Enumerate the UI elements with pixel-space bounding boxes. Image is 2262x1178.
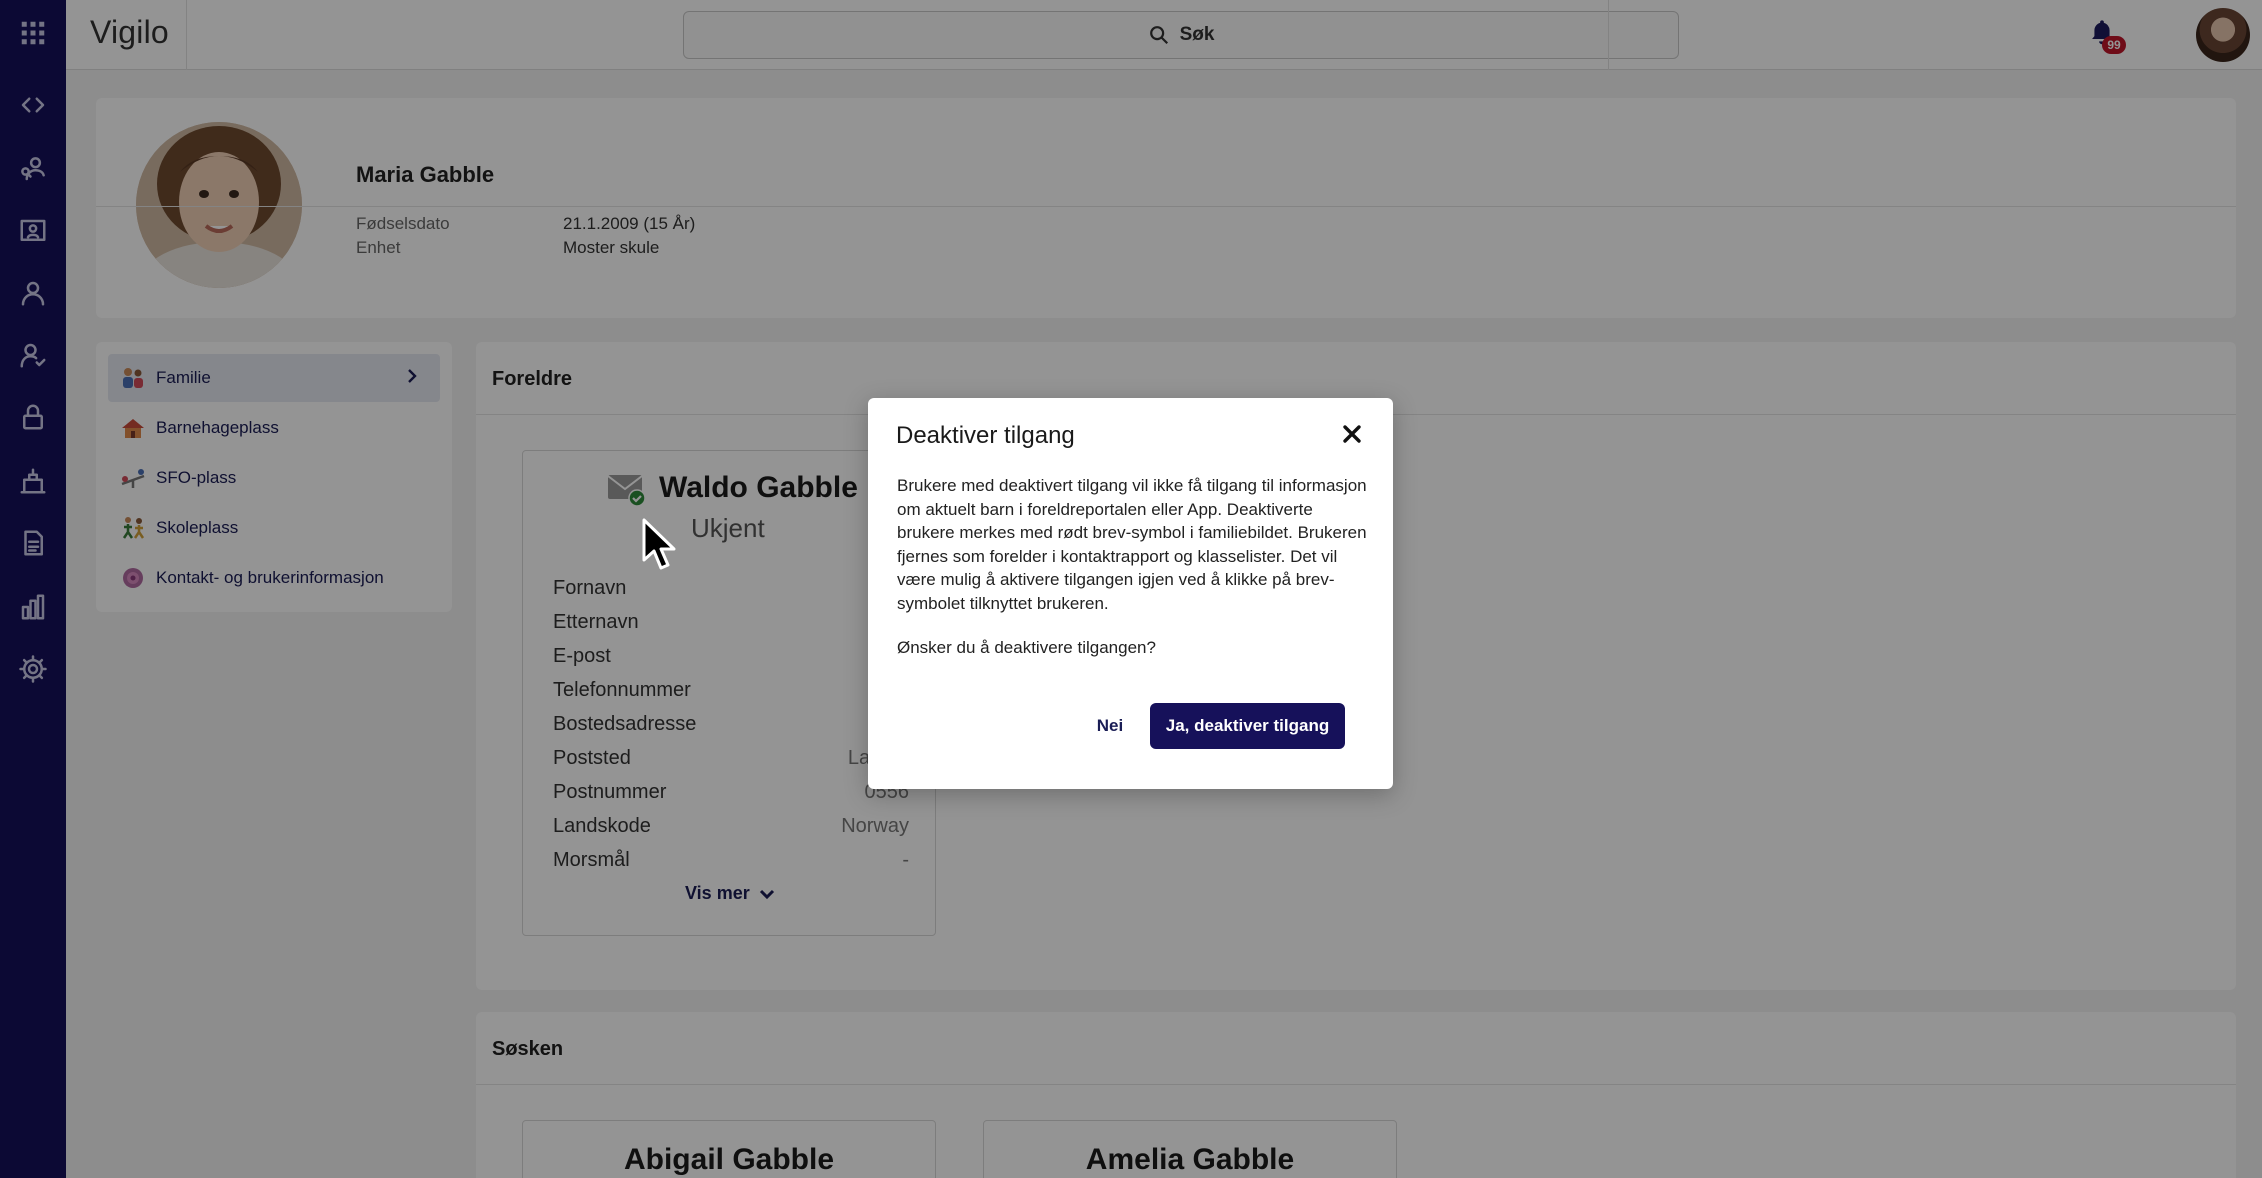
dialog-title: Deaktiver tilgang (896, 422, 1075, 449)
dialog-question: Ønsker du å deaktivere tilgangen? (897, 638, 1156, 657)
mouse-pointer-icon (642, 518, 676, 570)
confirm-deactivate-button[interactable]: Ja, deaktiver tilgang (1150, 703, 1345, 749)
dialog-message: Brukere med deaktivert tilgang vil ikke … (897, 476, 1367, 613)
close-icon[interactable] (1340, 422, 1364, 446)
cancel-button[interactable]: Nei (1090, 703, 1130, 749)
